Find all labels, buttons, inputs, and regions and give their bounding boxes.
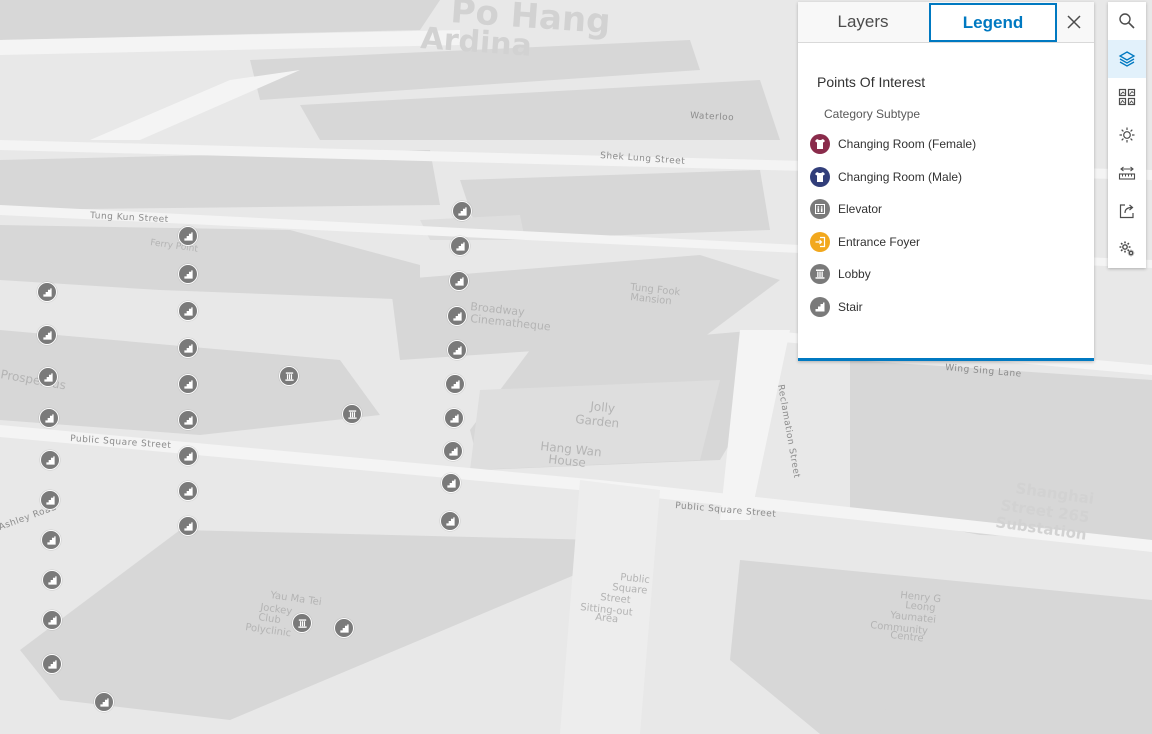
stair-poi-marker[interactable] xyxy=(38,367,58,387)
layer-list-legend-panel: Layers Legend Points Of Interest Categor… xyxy=(798,2,1094,361)
basemap-gallery-icon xyxy=(1118,88,1136,106)
measure-button[interactable] xyxy=(1108,154,1146,192)
stair-poi-marker[interactable] xyxy=(178,338,198,358)
stair-poi-marker[interactable] xyxy=(42,610,62,630)
stair-poi-marker[interactable] xyxy=(40,490,60,510)
basemap-gallery-button[interactable] xyxy=(1108,78,1146,116)
stair-poi-marker[interactable] xyxy=(41,530,61,550)
stair-poi-marker[interactable] xyxy=(443,441,463,461)
legend-item: Changing Room (Male) xyxy=(810,166,962,188)
tab-legend[interactable]: Legend xyxy=(929,3,1057,42)
legend-item: Changing Room (Female) xyxy=(810,133,976,155)
shirt-icon xyxy=(810,134,830,154)
stair-poi-marker[interactable] xyxy=(178,374,198,394)
layers-button[interactable] xyxy=(1108,40,1146,78)
stair-poi-marker[interactable] xyxy=(40,450,60,470)
stair-poi-marker[interactable] xyxy=(178,264,198,284)
share-icon xyxy=(1119,204,1134,219)
stair-poi-marker[interactable] xyxy=(447,340,467,360)
map-toolbar xyxy=(1108,2,1146,268)
legend-item: Elevator xyxy=(810,198,882,220)
stair-poi-marker[interactable] xyxy=(42,654,62,674)
stair-poi-marker[interactable] xyxy=(37,325,57,345)
legend-item: Entrance Foyer xyxy=(810,231,920,253)
stair-icon xyxy=(810,297,830,317)
stair-poi-marker[interactable] xyxy=(178,301,198,321)
stair-poi-marker[interactable] xyxy=(444,408,464,428)
search-icon xyxy=(1119,13,1135,29)
stair-poi-marker[interactable] xyxy=(452,201,472,221)
panel-tabs: Layers Legend xyxy=(798,2,1094,43)
stair-poi-marker[interactable] xyxy=(440,511,460,531)
settings-icon xyxy=(1119,241,1135,257)
lobby-poi-marker[interactable] xyxy=(292,613,312,633)
stair-poi-marker[interactable] xyxy=(441,473,461,493)
legend-item-label: Stair xyxy=(838,300,863,314)
lobby-icon xyxy=(810,264,830,284)
stair-poi-marker[interactable] xyxy=(447,306,467,326)
daylight-button[interactable] xyxy=(1108,116,1146,154)
stair-poi-marker[interactable] xyxy=(178,446,198,466)
layers-icon xyxy=(1118,51,1136,67)
stair-poi-marker[interactable] xyxy=(450,236,470,256)
daylight-icon xyxy=(1119,127,1135,143)
legend-item-label: Elevator xyxy=(838,202,883,216)
legend-layer-title: Points Of Interest xyxy=(817,74,926,90)
settings-button[interactable] xyxy=(1108,230,1146,268)
lobby-poi-marker[interactable] xyxy=(342,404,362,424)
entrance-icon xyxy=(810,232,830,252)
stair-poi-marker[interactable] xyxy=(334,618,354,638)
stair-poi-marker[interactable] xyxy=(178,481,198,501)
share-button[interactable] xyxy=(1108,192,1146,230)
legend-item-label: Entrance Foyer xyxy=(838,235,921,249)
close-icon[interactable] xyxy=(1064,12,1084,32)
search-button[interactable] xyxy=(1108,2,1146,40)
stair-poi-marker[interactable] xyxy=(39,408,59,428)
legend-item-label: Lobby xyxy=(838,267,871,281)
measure-icon xyxy=(1118,166,1136,180)
elevator-icon xyxy=(810,199,830,219)
tab-layers[interactable]: Layers xyxy=(798,2,928,42)
legend-field-label: Category Subtype xyxy=(824,107,921,121)
legend-content: Points Of Interest Category Subtype xyxy=(817,74,1087,121)
legend-item: Stair xyxy=(810,296,863,318)
stair-poi-marker[interactable] xyxy=(178,410,198,430)
stair-poi-marker[interactable] xyxy=(94,692,114,712)
stair-poi-marker[interactable] xyxy=(449,271,469,291)
lobby-poi-marker[interactable] xyxy=(279,366,299,386)
stair-poi-marker[interactable] xyxy=(178,516,198,536)
stair-poi-marker[interactable] xyxy=(37,282,57,302)
stair-poi-marker[interactable] xyxy=(445,374,465,394)
stair-poi-marker[interactable] xyxy=(178,226,198,246)
stair-poi-marker[interactable] xyxy=(42,570,62,590)
legend-item-label: Changing Room (Female) xyxy=(838,137,977,151)
legend-item: Lobby xyxy=(810,263,871,285)
legend-item-label: Changing Room (Male) xyxy=(838,170,963,184)
shirt-icon xyxy=(810,167,830,187)
